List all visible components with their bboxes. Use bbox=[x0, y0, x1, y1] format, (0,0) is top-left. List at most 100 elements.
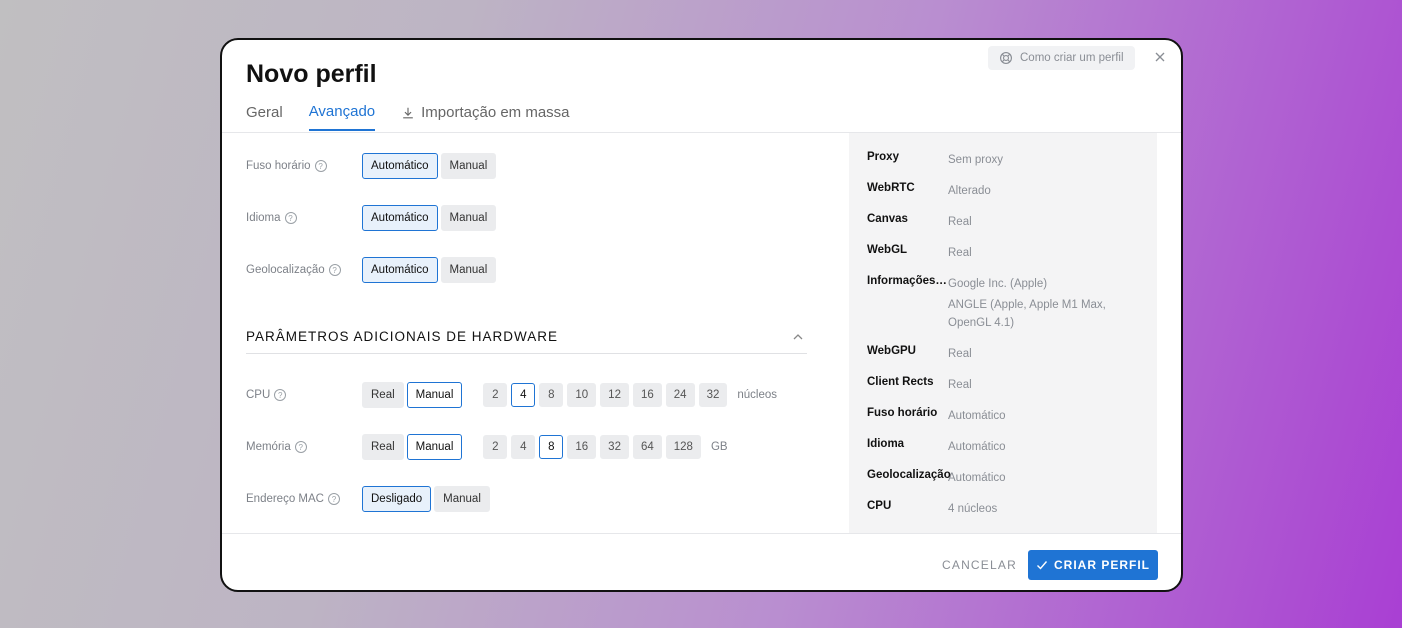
memory-value-option[interactable]: 8 bbox=[539, 435, 564, 459]
memory-real-option[interactable]: Real bbox=[362, 434, 404, 460]
cpu-value-option[interactable]: 4 bbox=[511, 383, 536, 407]
memory-value-option[interactable]: 64 bbox=[632, 435, 662, 459]
help-icon[interactable]: ? bbox=[284, 212, 297, 224]
help-icon[interactable]: ? bbox=[274, 389, 287, 401]
profile-summary-panel: Proxy Sem proxy WebRTC Alterado Canvas Real… bbox=[849, 133, 1157, 533]
summary-row: CPU 4 núcleos bbox=[867, 500, 997, 518]
geolocation-label-text: Geolocalização bbox=[246, 264, 325, 276]
cpu-value-option[interactable]: 10 bbox=[567, 383, 597, 407]
summary-key: Fuso horário bbox=[867, 407, 938, 419]
cpu-value-option[interactable]: 24 bbox=[665, 383, 695, 407]
memory-row: Memória? Real Manual 2 4 8 16 32 64 128 … bbox=[246, 434, 728, 460]
timezone-label-text: Fuso horário bbox=[246, 160, 311, 172]
tab-general[interactable]: Geral bbox=[246, 103, 283, 131]
help-icon[interactable]: ? bbox=[328, 264, 341, 276]
new-profile-modal: Como criar um perfil Novo perfil Geral A… bbox=[220, 38, 1183, 592]
cancel-button[interactable]: CANCELAR bbox=[942, 558, 1017, 572]
memory-value-option[interactable]: 2 bbox=[483, 435, 508, 459]
summary-value: Google Inc. (Apple) bbox=[948, 278, 1048, 290]
cpu-value-option[interactable]: 2 bbox=[483, 383, 508, 407]
memory-value-option[interactable]: 128 bbox=[665, 435, 701, 459]
cpu-manual-option[interactable]: Manual bbox=[406, 382, 463, 408]
geolocation-row: Geolocalização? Automático Manual bbox=[246, 257, 499, 283]
language-manual-option[interactable]: Manual bbox=[440, 205, 497, 231]
summary-value: Sem proxy bbox=[948, 154, 1003, 166]
page-title: Novo perfil bbox=[246, 60, 377, 88]
summary-key: Idioma bbox=[867, 438, 905, 450]
cpu-row: CPU? Real Manual 2 4 8 10 12 16 24 32 nú… bbox=[246, 382, 777, 408]
memory-value-option[interactable]: 32 bbox=[600, 435, 629, 459]
geolocation-auto-option[interactable]: Automático bbox=[362, 257, 438, 283]
memory-manual-option[interactable]: Manual bbox=[406, 434, 463, 460]
summary-row: WebGPU Real bbox=[867, 345, 972, 363]
help-button[interactable]: Como criar um perfil bbox=[988, 46, 1135, 70]
timezone-row: Fuso horário? Automático Manual bbox=[246, 153, 499, 179]
timezone-auto-option[interactable]: Automático bbox=[362, 153, 438, 179]
summary-row: WebGL Real bbox=[867, 244, 972, 262]
create-profile-label: CRIAR PERFIL bbox=[1054, 558, 1150, 572]
summary-key: Canvas bbox=[867, 213, 908, 225]
summary-value: Automático bbox=[948, 472, 1006, 484]
mac-label: Endereço MAC? bbox=[246, 493, 362, 505]
summary-row: Proxy Sem proxy bbox=[867, 151, 1003, 169]
memory-value-option[interactable]: 4 bbox=[511, 435, 536, 459]
summary-row: Idioma Automático bbox=[867, 438, 1006, 456]
summary-key: Proxy bbox=[867, 151, 899, 163]
tab-bulk-import-label: Importação em massa bbox=[421, 104, 570, 121]
language-label-text: Idioma bbox=[246, 212, 281, 224]
summary-key: Client Rects bbox=[867, 376, 934, 388]
settings-panel: Fuso horário? Automático Manual Idioma? … bbox=[246, 133, 811, 533]
close-icon[interactable] bbox=[1152, 49, 1168, 65]
cpu-real-option[interactable]: Real bbox=[362, 382, 404, 408]
language-auto-option[interactable]: Automático bbox=[362, 205, 438, 231]
cpu-value-option[interactable]: 32 bbox=[698, 383, 728, 407]
summary-value: Alterado bbox=[948, 185, 991, 197]
summary-value: Real bbox=[948, 216, 972, 228]
cpu-value-option[interactable]: 16 bbox=[632, 383, 662, 407]
memory-value-option[interactable]: 16 bbox=[567, 435, 597, 459]
language-label: Idioma? bbox=[246, 212, 362, 224]
help-icon[interactable]: ? bbox=[314, 160, 327, 172]
lifebuoy-icon bbox=[1000, 52, 1012, 64]
cpu-value-option[interactable]: 12 bbox=[600, 383, 629, 407]
timezone-manual-option[interactable]: Manual bbox=[440, 153, 497, 179]
summary-key: Informações ... bbox=[867, 275, 948, 287]
summary-row: Client Rects Real bbox=[867, 376, 972, 394]
check-icon bbox=[1037, 561, 1048, 570]
memory-label: Memória? bbox=[246, 441, 362, 453]
summary-value: Real bbox=[948, 348, 972, 360]
summary-value: Real bbox=[948, 247, 972, 259]
summary-value-detail: ANGLE (Apple, Apple M1 Max, OpenGL 4.1) bbox=[948, 299, 1106, 329]
summary-row: Informações ... Google Inc. (Apple) ANGL… bbox=[867, 275, 1118, 332]
summary-key: WebGL bbox=[867, 244, 908, 256]
geolocation-label: Geolocalização? bbox=[246, 264, 362, 276]
summary-value: 4 núcleos bbox=[948, 503, 998, 515]
summary-row: Fuso horário Automático bbox=[867, 407, 1006, 425]
summary-value: Automático bbox=[948, 441, 1006, 453]
cpu-unit: núcleos bbox=[737, 389, 777, 401]
cpu-value-option[interactable]: 8 bbox=[539, 383, 564, 407]
chevron-up-icon[interactable] bbox=[792, 331, 804, 343]
hardware-section-title: PARÂMETROS ADICIONAIS DE HARDWARE bbox=[246, 329, 559, 344]
tab-bulk-import[interactable]: Importação em massa bbox=[401, 103, 570, 131]
footer-divider bbox=[222, 533, 1181, 534]
geolocation-manual-option[interactable]: Manual bbox=[440, 257, 497, 283]
cpu-label-text: CPU bbox=[246, 389, 271, 401]
mac-manual-option[interactable]: Manual bbox=[434, 486, 490, 512]
help-icon[interactable]: ? bbox=[294, 441, 307, 453]
memory-unit: GB bbox=[710, 441, 728, 453]
summary-key: WebRTC bbox=[867, 182, 915, 194]
tab-bar: Geral Avançado Importação em massa bbox=[246, 103, 570, 131]
language-row: Idioma? Automático Manual bbox=[246, 205, 499, 231]
mac-off-option[interactable]: Desligado bbox=[362, 486, 432, 512]
help-icon[interactable]: ? bbox=[327, 493, 340, 505]
mac-label-text: Endereço MAC bbox=[246, 493, 324, 505]
tab-advanced[interactable]: Avançado bbox=[308, 103, 376, 131]
summary-key: Geolocalização bbox=[867, 469, 951, 481]
section-divider bbox=[246, 353, 807, 354]
download-icon bbox=[403, 107, 413, 118]
summary-row: WebRTC Alterado bbox=[867, 182, 991, 200]
create-profile-button[interactable]: CRIAR PERFIL bbox=[1028, 550, 1158, 580]
timezone-label: Fuso horário? bbox=[246, 160, 362, 172]
summary-row: Geolocalização Automático bbox=[867, 469, 1006, 487]
